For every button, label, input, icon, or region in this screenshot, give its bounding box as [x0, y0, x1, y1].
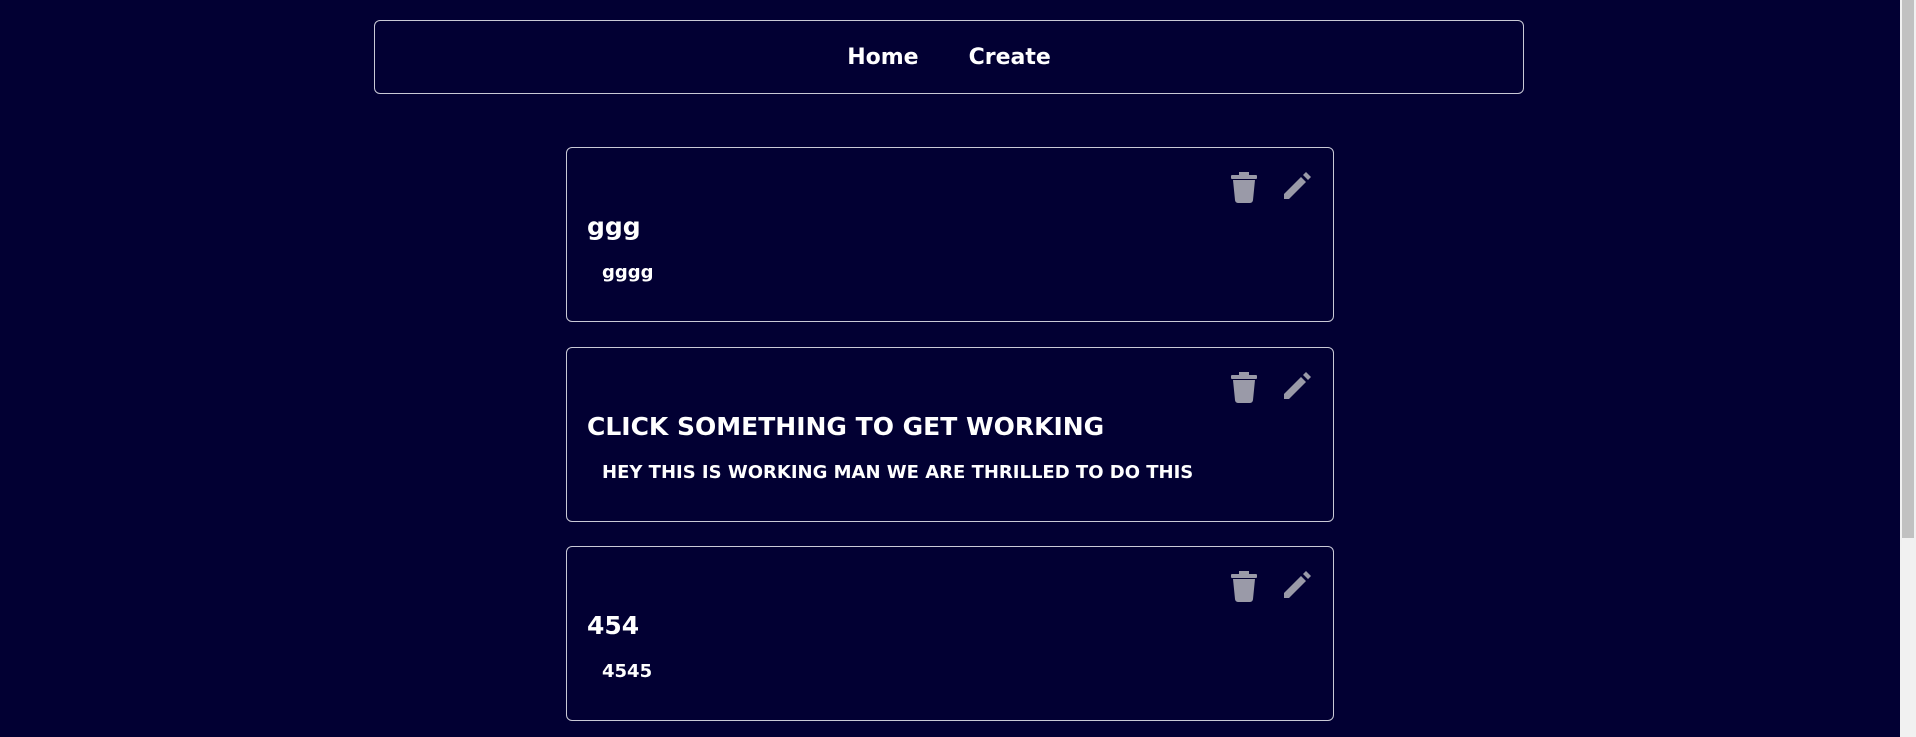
card-title: CLICK SOMETHING TO GET WORKING: [587, 412, 1105, 441]
card-title: ggg: [587, 212, 641, 241]
pencil-icon[interactable]: [1281, 170, 1311, 204]
card-actions: [1229, 370, 1311, 404]
page: Home Create ggg gggg CLICK SOMETHING TO …: [0, 0, 1916, 737]
card-actions: [1229, 569, 1311, 603]
pencil-icon[interactable]: [1281, 370, 1311, 404]
note-card: 454 4545: [566, 546, 1334, 721]
pencil-icon[interactable]: [1281, 569, 1311, 603]
note-card: ggg gggg: [566, 147, 1334, 322]
note-card: CLICK SOMETHING TO GET WORKING HEY THIS …: [566, 347, 1334, 522]
card-body: gggg: [602, 262, 654, 283]
trash-icon[interactable]: [1229, 569, 1259, 603]
scrollbar-thumb[interactable]: [1902, 0, 1914, 538]
card-body: HEY THIS IS WORKING MAN WE ARE THRILLED …: [602, 462, 1194, 483]
card-title: 454: [587, 611, 640, 640]
nav-link-home[interactable]: Home: [847, 45, 918, 70]
card-body: 4545: [602, 661, 653, 682]
card-actions: [1229, 170, 1311, 204]
trash-icon[interactable]: [1229, 170, 1259, 204]
navbar: Home Create: [374, 20, 1524, 94]
nav-link-create[interactable]: Create: [969, 45, 1051, 70]
vertical-scrollbar[interactable]: [1900, 0, 1916, 737]
trash-icon[interactable]: [1229, 370, 1259, 404]
